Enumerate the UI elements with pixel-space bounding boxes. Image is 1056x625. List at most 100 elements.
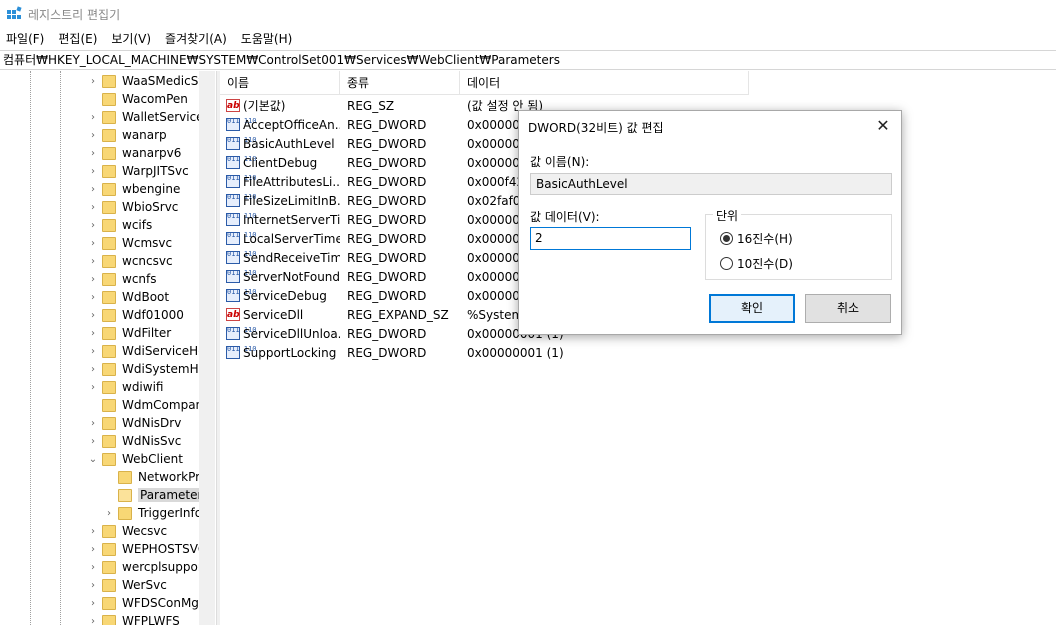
tree-item-label: WbioSrvc [122, 200, 179, 214]
chevron-right-icon[interactable]: › [88, 274, 98, 285]
chevron-right-icon[interactable]: › [88, 382, 98, 393]
chevron-right-icon[interactable]: › [88, 580, 98, 591]
column-header-data[interactable]: 데이터 [460, 71, 749, 95]
chevron-right-icon[interactable]: › [88, 562, 98, 573]
chevron-right-icon[interactable]: › [88, 76, 98, 87]
tree-item[interactable]: › WdBoot [88, 288, 169, 306]
tree-item[interactable]: WacomPen [88, 90, 188, 108]
chevron-right-icon[interactable]: › [88, 220, 98, 231]
tree-item[interactable]: Parameters [104, 486, 211, 504]
chevron-right-icon[interactable]: › [88, 238, 98, 249]
address-bar[interactable]: 컴퓨터₩HKEY_LOCAL_MACHINE₩SYSTEM₩ControlSet… [0, 50, 1056, 70]
tree-item[interactable]: › WFPLWFS [88, 612, 180, 625]
chevron-right-icon[interactable]: › [88, 526, 98, 537]
tree-item-label: WerSvc [122, 578, 167, 592]
tree-item[interactable]: › WdiServiceHo [88, 342, 206, 360]
tree-item[interactable]: › wcncsvc [88, 252, 173, 270]
chevron-right-icon[interactable]: › [88, 292, 98, 303]
column-header-name[interactable]: 이름 [220, 71, 340, 95]
value-name: ServerNotFound... [243, 269, 340, 284]
tree-item[interactable]: WdmCompan [88, 396, 203, 414]
cancel-button[interactable]: 취소 [805, 294, 891, 323]
tree-guide-line [60, 71, 61, 625]
tree-item[interactable]: › WdiSystemHo [88, 360, 206, 378]
value-type: REG_DWORD [347, 117, 427, 132]
value-name-label: 값 이름(N): [530, 155, 590, 169]
chevron-right-icon[interactable]: › [88, 616, 98, 625]
tree-item[interactable]: › wcnfs [88, 270, 157, 288]
tree-item[interactable]: › WerSvc [88, 576, 167, 594]
folder-icon [102, 578, 116, 592]
menu-view[interactable]: 보기(V) [104, 30, 158, 48]
value-type: REG_DWORD [347, 345, 427, 360]
tree-item[interactable]: › wanarp [88, 126, 167, 144]
tree-item[interactable]: › wanarpv6 [88, 144, 181, 162]
chevron-right-icon[interactable]: › [88, 112, 98, 123]
menu-favorites[interactable]: 즐겨찾기(A) [158, 30, 234, 48]
tree-item[interactable]: NetworkPro [104, 468, 207, 486]
dec-label: 10진수(D) [737, 257, 793, 271]
tree-item[interactable]: › WFDSConMgr [88, 594, 204, 612]
value-name: ServiceDebug [243, 288, 327, 303]
menu-edit[interactable]: 편집(E) [51, 30, 104, 48]
tree-item[interactable]: › wcifs [88, 216, 152, 234]
chevron-right-icon[interactable]: › [104, 508, 114, 519]
chevron-right-icon[interactable]: › [88, 346, 98, 357]
tree-item[interactable]: › Wcmsvc [88, 234, 172, 252]
folder-icon [102, 110, 116, 124]
tree-item[interactable]: › WbioSrvc [88, 198, 178, 216]
tree-item[interactable]: › Wdf01000 [88, 306, 184, 324]
value-name: ServiceDllUnloa... [243, 326, 340, 341]
chevron-right-icon[interactable]: › [88, 166, 98, 177]
key-tree[interactable]: › WaaSMedicSv WacomPen › WalletService › wanar… [0, 71, 215, 625]
chevron-right-icon[interactable]: › [88, 364, 98, 375]
value-data-input[interactable]: 2 [530, 227, 691, 250]
tree-scrollbar[interactable] [199, 71, 215, 625]
folder-icon [102, 596, 116, 610]
value-type: REG_DWORD [347, 326, 427, 341]
radio-decimal[interactable]: 10진수(D) [720, 255, 793, 272]
chevron-right-icon[interactable]: › [88, 148, 98, 159]
tree-item[interactable]: › WEPHOSTSVC [88, 540, 206, 558]
tree-item[interactable]: › Wecsvc [88, 522, 167, 540]
chevron-right-icon[interactable]: › [88, 436, 98, 447]
folder-icon [102, 272, 116, 286]
folder-icon [118, 488, 132, 502]
tree-item-label: wdiwifi [122, 380, 164, 394]
chevron-right-icon[interactable]: › [88, 256, 98, 267]
chevron-right-icon[interactable]: › [88, 598, 98, 609]
tree-item[interactable]: ⌄ WebClient [88, 450, 183, 468]
dialog-title: DWORD(32비트) 값 편집 [528, 121, 664, 135]
tree-item[interactable]: › TriggerInfo [104, 504, 202, 522]
folder-icon [118, 506, 132, 520]
value-row[interactable]: 011 110 SupportLocking REG_DWORD 0x00000001… [220, 343, 760, 362]
chevron-right-icon[interactable]: › [88, 328, 98, 339]
chevron-right-icon[interactable]: › [88, 184, 98, 195]
chevron-right-icon[interactable]: › [88, 310, 98, 321]
chevron-right-icon[interactable]: › [88, 418, 98, 429]
menu-help[interactable]: 도움말(H) [234, 30, 300, 48]
tree-item[interactable]: › wbengine [88, 180, 180, 198]
tree-item[interactable]: › wercplsupport [88, 558, 208, 576]
radio-checked-icon[interactable] [720, 232, 733, 245]
folder-icon [102, 560, 116, 574]
tree-item[interactable]: › wdiwifi [88, 378, 163, 396]
chevron-right-icon[interactable]: › [88, 202, 98, 213]
tree-item[interactable]: › WaaSMedicSv [88, 72, 205, 90]
chevron-right-icon[interactable]: › [88, 544, 98, 555]
chevron-down-icon[interactable]: ⌄ [88, 454, 98, 465]
close-icon[interactable]: ✕ [873, 116, 893, 136]
tree-item[interactable]: › WdNisSvc [88, 432, 181, 450]
tree-item[interactable]: › WalletService [88, 108, 204, 126]
radio-hexadecimal[interactable]: 16진수(H) [720, 230, 793, 247]
radio-unchecked-icon[interactable] [720, 257, 733, 270]
chevron-right-icon[interactable]: › [88, 130, 98, 141]
ok-button[interactable]: 확인 [709, 294, 795, 323]
column-header-type[interactable]: 종류 [340, 71, 460, 95]
tree-item[interactable]: › WdNisDrv [88, 414, 181, 432]
tree-item[interactable]: › WdFilter [88, 324, 171, 342]
value-data-label: 값 데이터(V): [530, 210, 600, 224]
tree-item[interactable]: › WarpJITSvc [88, 162, 189, 180]
menu-file[interactable]: 파일(F) [0, 30, 51, 48]
tree-item-label: Wdf01000 [122, 308, 184, 322]
